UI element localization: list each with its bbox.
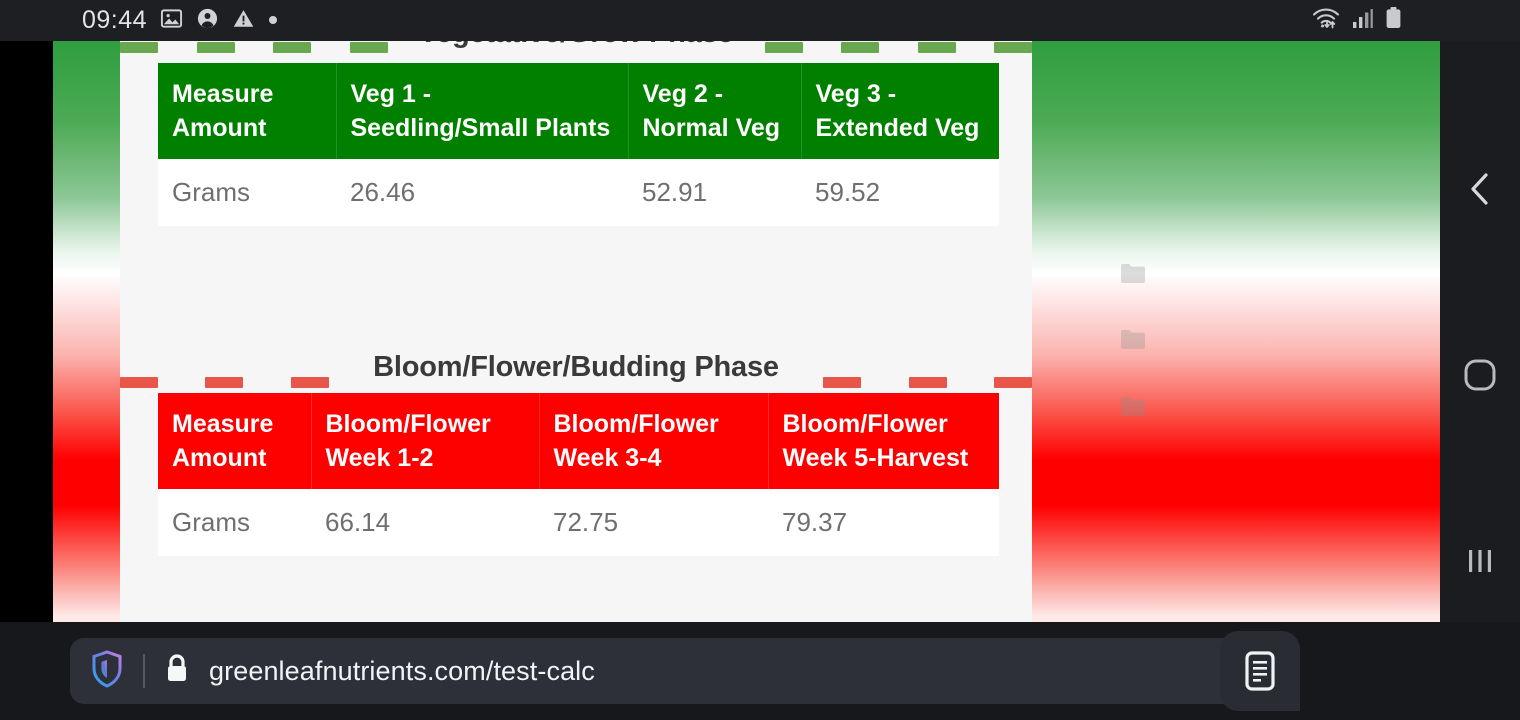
dash [994,42,1032,53]
wifi-icon [1311,6,1341,35]
article-content: Vegetative/Grow Phase [120,41,1032,622]
cell-veg1-grams: 26.46 [336,159,628,226]
dash [349,42,388,53]
cellular-signal-icon [1352,7,1374,34]
cell-bloom1-grams: 66.14 [311,489,539,556]
phone-screen: 09:44 Measure Amount Veg 1 - Seedling/Sm… [0,0,1520,720]
dash [841,42,879,53]
column-header-bloom-week-5-harvest: Bloom/Flower Week 5-Harvest [768,393,999,489]
vegetative-phase-table: Measure Amount Veg 1 - Seedling/Small Pl… [158,63,999,226]
table-row: Grams 66.14 72.75 79.37 [158,489,999,556]
address-bar[interactable]: greenleafnutrients.com/test-calc [70,638,1285,704]
divider [143,654,145,688]
recent-apps-icon[interactable] [1464,545,1496,582]
folder-icon [1120,396,1146,422]
table-header-row: Measure Amount Bloom/Flower Week 1-2 Blo… [158,393,999,489]
image-icon [160,7,183,35]
row-label-grams: Grams [158,489,311,556]
status-bar-left: 09:44 [82,6,278,35]
dash [290,377,329,388]
warning-icon [232,7,255,35]
bloom-phase-dashes [120,377,1032,388]
column-header-veg3: Veg 3 - Extended Veg [801,63,999,159]
veg-phase-heading: Vegetative/Grow Phase [120,41,1032,57]
dash [764,42,803,53]
battery-icon [1385,6,1402,35]
url-text[interactable]: greenleafnutrients.com/test-calc [209,656,595,687]
veg-phase-dashes [120,42,1032,53]
table-header-row: Measure Amount Veg 1 - Seedling/Small Pl… [158,63,999,159]
dash [120,42,158,53]
lock-icon [163,652,191,691]
column-header-bloom-week-3-4: Bloom/Flower Week 3-4 [539,393,769,489]
dash [823,377,862,388]
dash [273,42,311,53]
clock: 09:44 [82,6,148,34]
account-icon [196,7,219,35]
dash [917,42,956,53]
column-header-measure-amount: Measure Amount [158,63,337,159]
home-icon[interactable] [1462,357,1498,398]
dash [908,377,947,388]
column-header-veg1: Veg 1 - Seedling/Small Plants [336,63,629,159]
dash [196,42,235,53]
row-label-grams: Grams [158,159,336,226]
bloom-phase-heading: Bloom/Flower/Budding Phase [120,351,1032,391]
cell-veg3-grams: 59.52 [801,159,999,226]
dot-icon [268,12,278,30]
dash [205,377,244,388]
column-header-measure-amount: Measure Amount [158,393,312,489]
android-navigation-bar [1440,41,1520,622]
folder-icon [1120,329,1146,355]
web-page-viewport[interactable]: Vegetative/Grow Phase [53,41,1440,622]
bloom-phase-table: Measure Amount Bloom/Flower Week 1-2 Blo… [158,393,999,556]
status-bar-right [1311,6,1402,35]
reader-mode-icon[interactable] [1220,631,1300,711]
column-header-veg2: Veg 2 - Normal Veg [628,63,802,159]
column-header-bloom-week-1-2: Bloom/Flower Week 1-2 [311,393,540,489]
brave-shield-icon[interactable] [90,649,124,693]
table-row: Grams 26.46 52.91 59.52 [158,159,999,226]
browser-toolbar: greenleafnutrients.com/test-calc 24 [0,622,1520,720]
status-bar: 09:44 [0,0,1520,41]
back-chevron-icon[interactable] [1463,169,1497,214]
folder-icon [1120,263,1146,289]
dash [120,377,158,388]
device-left-bezel [0,41,53,622]
dash [993,377,1032,388]
cell-bloom3-grams: 79.37 [768,489,999,556]
cell-veg2-grams: 52.91 [628,159,801,226]
cell-bloom2-grams: 72.75 [539,489,768,556]
